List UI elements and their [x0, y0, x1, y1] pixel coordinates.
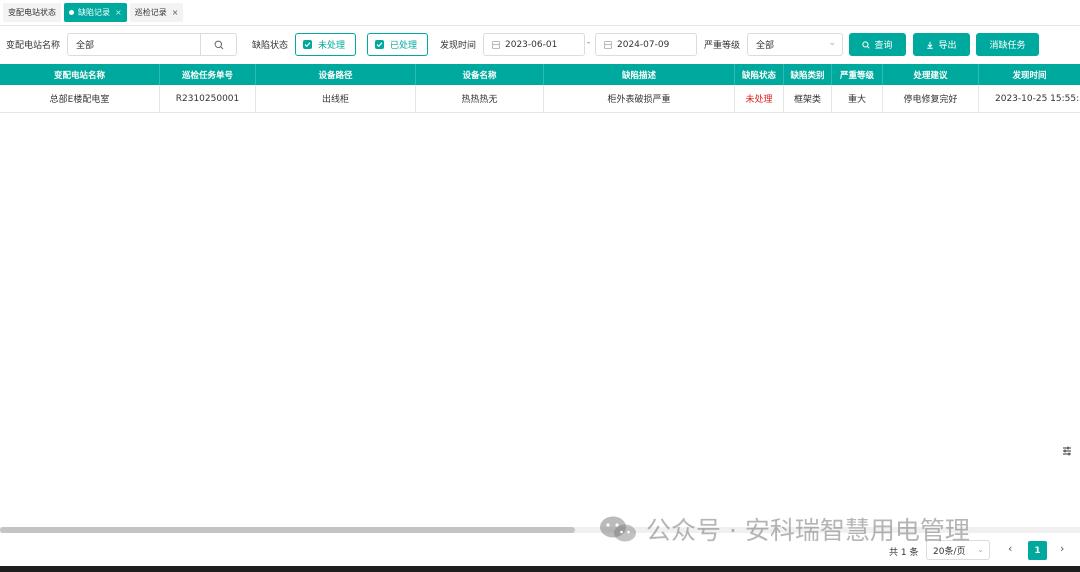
column-header[interactable]: 设备名称	[416, 64, 544, 85]
eliminate-task-button[interactable]: 消缺任务	[976, 33, 1039, 56]
export-button[interactable]: 导出	[913, 33, 970, 56]
column-header[interactable]: 变配电站名称	[0, 64, 160, 85]
search-button-label: 查询	[874, 41, 893, 51]
station-name-input[interactable]: 全部	[67, 33, 237, 56]
active-dot-icon	[69, 10, 74, 15]
defect-table: 变配电站名称 巡检任务单号 设备路径 设备名称 缺陷描述 缺陷状态 缺陷类别 严…	[0, 64, 1080, 113]
severity-label: 严重等级	[704, 41, 741, 51]
checkbox-handled[interactable]: 已处理	[367, 33, 429, 56]
station-name-value: 全部	[76, 41, 95, 51]
table-cell: R2310250001	[160, 85, 256, 112]
taskbar-strip	[0, 566, 1080, 572]
wechat-icon	[600, 516, 636, 542]
checkbox-checked-icon	[375, 40, 384, 49]
table-cell: 重大	[832, 85, 883, 112]
calendar-icon	[492, 40, 500, 49]
search-button[interactable]: 查询	[849, 33, 906, 56]
column-header[interactable]: 设备路径	[256, 64, 416, 85]
discovery-time-label: 发现时间	[440, 41, 477, 51]
chevron-down-icon: ⌄	[828, 38, 836, 48]
search-icon	[862, 40, 871, 49]
table-cell: 热热热无	[416, 85, 544, 112]
next-page-icon[interactable]: ›	[1060, 542, 1064, 555]
severity-value: 全部	[756, 41, 775, 51]
date-end-input[interactable]: 2024-07-09	[595, 33, 697, 56]
date-start-input[interactable]: 2023-06-01	[483, 33, 585, 56]
column-header[interactable]: 处理建议	[883, 64, 979, 85]
table-cell: 柜外表破损严重	[544, 85, 735, 112]
close-icon[interactable]: ×	[172, 8, 179, 17]
tab-strip: 变配电站状态 缺陷记录 × 巡检记录 ×	[0, 0, 1080, 26]
download-icon	[927, 41, 934, 49]
table-cell: 停电修复完好	[883, 85, 979, 112]
date-end-value: 2024-07-09	[617, 39, 670, 50]
defect-status-label: 缺陷状态	[252, 41, 289, 51]
tab-inspection-records[interactable]: 巡检记录 ×	[129, 3, 184, 22]
watermark: 公众号 · 安科瑞智慧用电管理	[598, 512, 970, 546]
table-header: 变配电站名称 巡检任务单号 设备路径 设备名称 缺陷描述 缺陷状态 缺陷类别 严…	[0, 64, 1080, 85]
watermark-text: 公众号 · 安科瑞智慧用电管理	[646, 516, 970, 545]
status-badge: 未处理	[735, 85, 784, 112]
date-start-value: 2023-06-01	[505, 39, 558, 50]
tab-label: 变配电站状态	[8, 8, 56, 17]
chevron-down-icon: ⌄	[977, 545, 984, 554]
filter-toolbar: 变配电站名称 全部 缺陷状态 未处理 已处理 发现时间 2023-06-01 -…	[0, 26, 1080, 64]
eliminate-task-button-label: 消缺任务	[989, 41, 1026, 51]
checkbox-unhandled[interactable]: 未处理	[295, 33, 357, 56]
checkbox-handled-label: 已处理	[390, 41, 418, 51]
tab-label: 缺陷记录	[78, 8, 110, 17]
tab-station-status[interactable]: 变配电站状态	[3, 3, 61, 22]
current-page-button[interactable]: 1	[1028, 541, 1047, 560]
search-icon[interactable]	[200, 34, 236, 55]
column-header[interactable]: 缺陷描述	[544, 64, 735, 85]
column-settings-icon[interactable]	[1062, 446, 1072, 456]
table-cell: 2023-10-25 15:55:5	[995, 93, 1080, 104]
table-row[interactable]: 总部E楼配电室 R2310250001 出线柜 热热热无 柜外表破损严重 未处理…	[0, 85, 1080, 113]
tab-label: 巡检记录	[134, 8, 167, 17]
scrollbar-thumb[interactable]	[0, 527, 575, 533]
table-cell: 总部E楼配电室	[0, 85, 160, 112]
checkbox-unhandled-label: 未处理	[318, 41, 346, 51]
export-button-label: 导出	[938, 41, 957, 51]
column-header[interactable]: 缺陷类别	[784, 64, 832, 85]
table-cell: 出线柜	[256, 85, 416, 112]
close-icon[interactable]: ×	[115, 8, 122, 17]
tab-defect-records[interactable]: 缺陷记录 ×	[64, 3, 127, 22]
column-header[interactable]: 巡检任务单号	[160, 64, 256, 85]
column-header[interactable]: 发现时间	[979, 64, 1080, 85]
date-separator: -	[587, 38, 591, 48]
checkbox-checked-icon	[303, 40, 312, 49]
column-header[interactable]: 严重等级	[832, 64, 883, 85]
severity-select[interactable]: 全部 ⌄	[747, 33, 843, 56]
column-header[interactable]: 缺陷状态	[735, 64, 784, 85]
table-cell: 框架类	[784, 85, 832, 112]
prev-page-icon[interactable]: ‹	[1008, 542, 1012, 555]
station-name-label: 变配电站名称	[6, 41, 61, 51]
calendar-icon	[604, 40, 612, 49]
